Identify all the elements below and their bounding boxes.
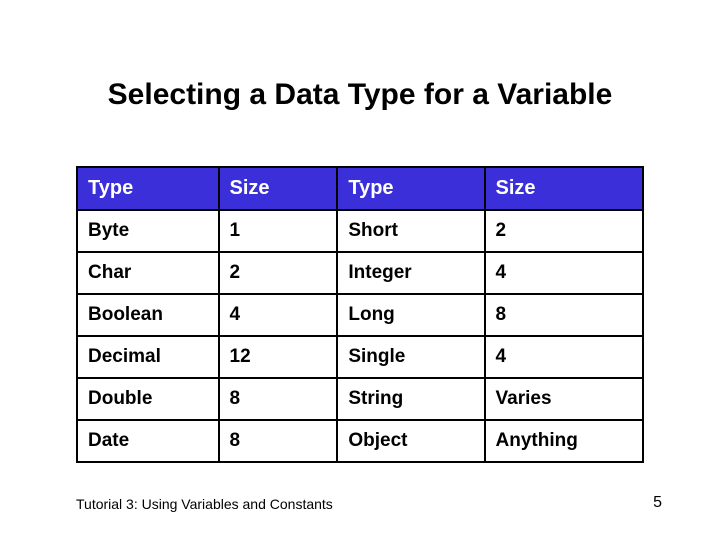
cell-type: Single — [337, 336, 484, 378]
cell-type: Integer — [337, 252, 484, 294]
cell-type: Object — [337, 420, 484, 462]
cell-type: Long — [337, 294, 484, 336]
cell-size: 4 — [485, 336, 643, 378]
cell-type: Double — [77, 378, 219, 420]
col-header-type-1: Type — [77, 167, 219, 210]
slide: Selecting a Data Type for a Variable Typ… — [0, 0, 720, 540]
cell-size: Varies — [485, 378, 643, 420]
col-header-size-2: Size — [485, 167, 643, 210]
table-header-row: Type Size Type Size — [77, 167, 643, 210]
table-row: Decimal 12 Single 4 — [77, 336, 643, 378]
cell-size: 8 — [219, 378, 338, 420]
cell-size: 12 — [219, 336, 338, 378]
footer-tutorial-label: Tutorial 3: Using Variables and Constant… — [76, 496, 333, 512]
cell-size: 2 — [485, 210, 643, 252]
table-row: Byte 1 Short 2 — [77, 210, 643, 252]
cell-size: Anything — [485, 420, 643, 462]
table-row: Char 2 Integer 4 — [77, 252, 643, 294]
cell-type: Boolean — [77, 294, 219, 336]
footer-page-number: 5 — [653, 494, 662, 512]
cell-size: 8 — [485, 294, 643, 336]
cell-size: 8 — [219, 420, 338, 462]
cell-type: Decimal — [77, 336, 219, 378]
table-row: Date 8 Object Anything — [77, 420, 643, 462]
cell-type: Date — [77, 420, 219, 462]
col-header-type-2: Type — [337, 167, 484, 210]
col-header-size-1: Size — [219, 167, 338, 210]
cell-type: Byte — [77, 210, 219, 252]
table-row: Boolean 4 Long 8 — [77, 294, 643, 336]
cell-type: Char — [77, 252, 219, 294]
cell-size: 4 — [219, 294, 338, 336]
page-title: Selecting a Data Type for a Variable — [0, 78, 720, 112]
data-type-table: Type Size Type Size Byte 1 Short 2 Char … — [76, 166, 644, 463]
cell-size: 4 — [485, 252, 643, 294]
cell-type: String — [337, 378, 484, 420]
cell-size: 1 — [219, 210, 338, 252]
table-row: Double 8 String Varies — [77, 378, 643, 420]
cell-type: Short — [337, 210, 484, 252]
data-type-table-wrap: Type Size Type Size Byte 1 Short 2 Char … — [76, 166, 644, 463]
cell-size: 2 — [219, 252, 338, 294]
